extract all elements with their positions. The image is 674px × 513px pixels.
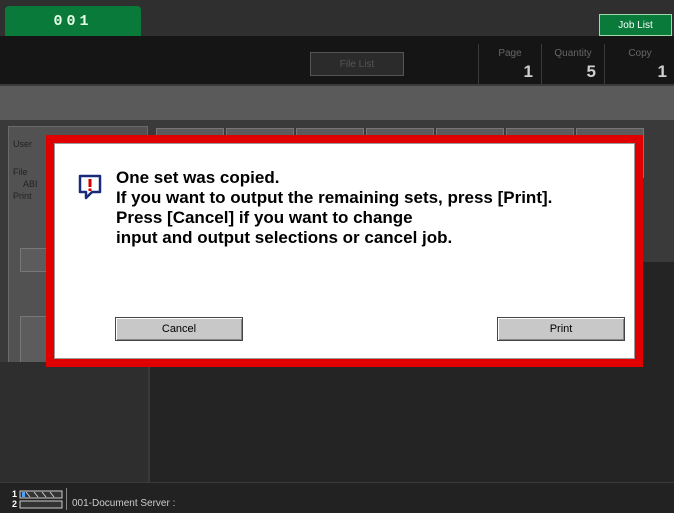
tab-001[interactable]: 001 — [5, 6, 141, 36]
copy-counter-value: 1 — [657, 62, 667, 81]
tray-graphic-icon — [19, 490, 63, 509]
dialog-message-line: Press [Cancel] if you want to change — [116, 208, 413, 227]
copy-counter-label: Copy — [628, 48, 652, 59]
copy-counter: Copy 1 — [604, 44, 674, 84]
print-button[interactable]: Print — [497, 317, 625, 341]
left-panel-line: User — [13, 139, 33, 149]
cancel-button[interactable]: Cancel — [115, 317, 243, 341]
file-list-button[interactable]: File List — [310, 52, 404, 76]
footer-separator — [66, 488, 67, 510]
dialog-message: One set was copied. If you want to outpu… — [116, 168, 631, 248]
left-panel-line: Print — [13, 191, 32, 201]
alert-icon — [76, 172, 104, 200]
paper-tray-icon: 1 2 — [12, 489, 64, 509]
page-counter-label: Page — [498, 48, 522, 59]
job-list-button[interactable]: Job List — [599, 14, 672, 36]
quantity-counter-label: Quantity — [554, 48, 592, 59]
left-panel-line: File — [13, 167, 28, 177]
dialog-message-line: input and output selections or cancel jo… — [116, 228, 453, 247]
page-counter-value: 1 — [523, 62, 533, 81]
dialog-message-line: One set was copied. — [116, 168, 280, 187]
dialog-message-line: If you want to output the remaining sets… — [116, 188, 553, 207]
message-bar — [0, 86, 674, 120]
quantity-counter: Quantity 5 — [541, 44, 604, 84]
page-counter: Page 1 — [478, 44, 541, 84]
left-lower-area — [0, 362, 148, 482]
footer-status-text: 001-Document Server : — [72, 498, 176, 509]
left-panel-line: ABI — [23, 179, 38, 189]
quantity-counter-value: 5 — [586, 62, 596, 81]
